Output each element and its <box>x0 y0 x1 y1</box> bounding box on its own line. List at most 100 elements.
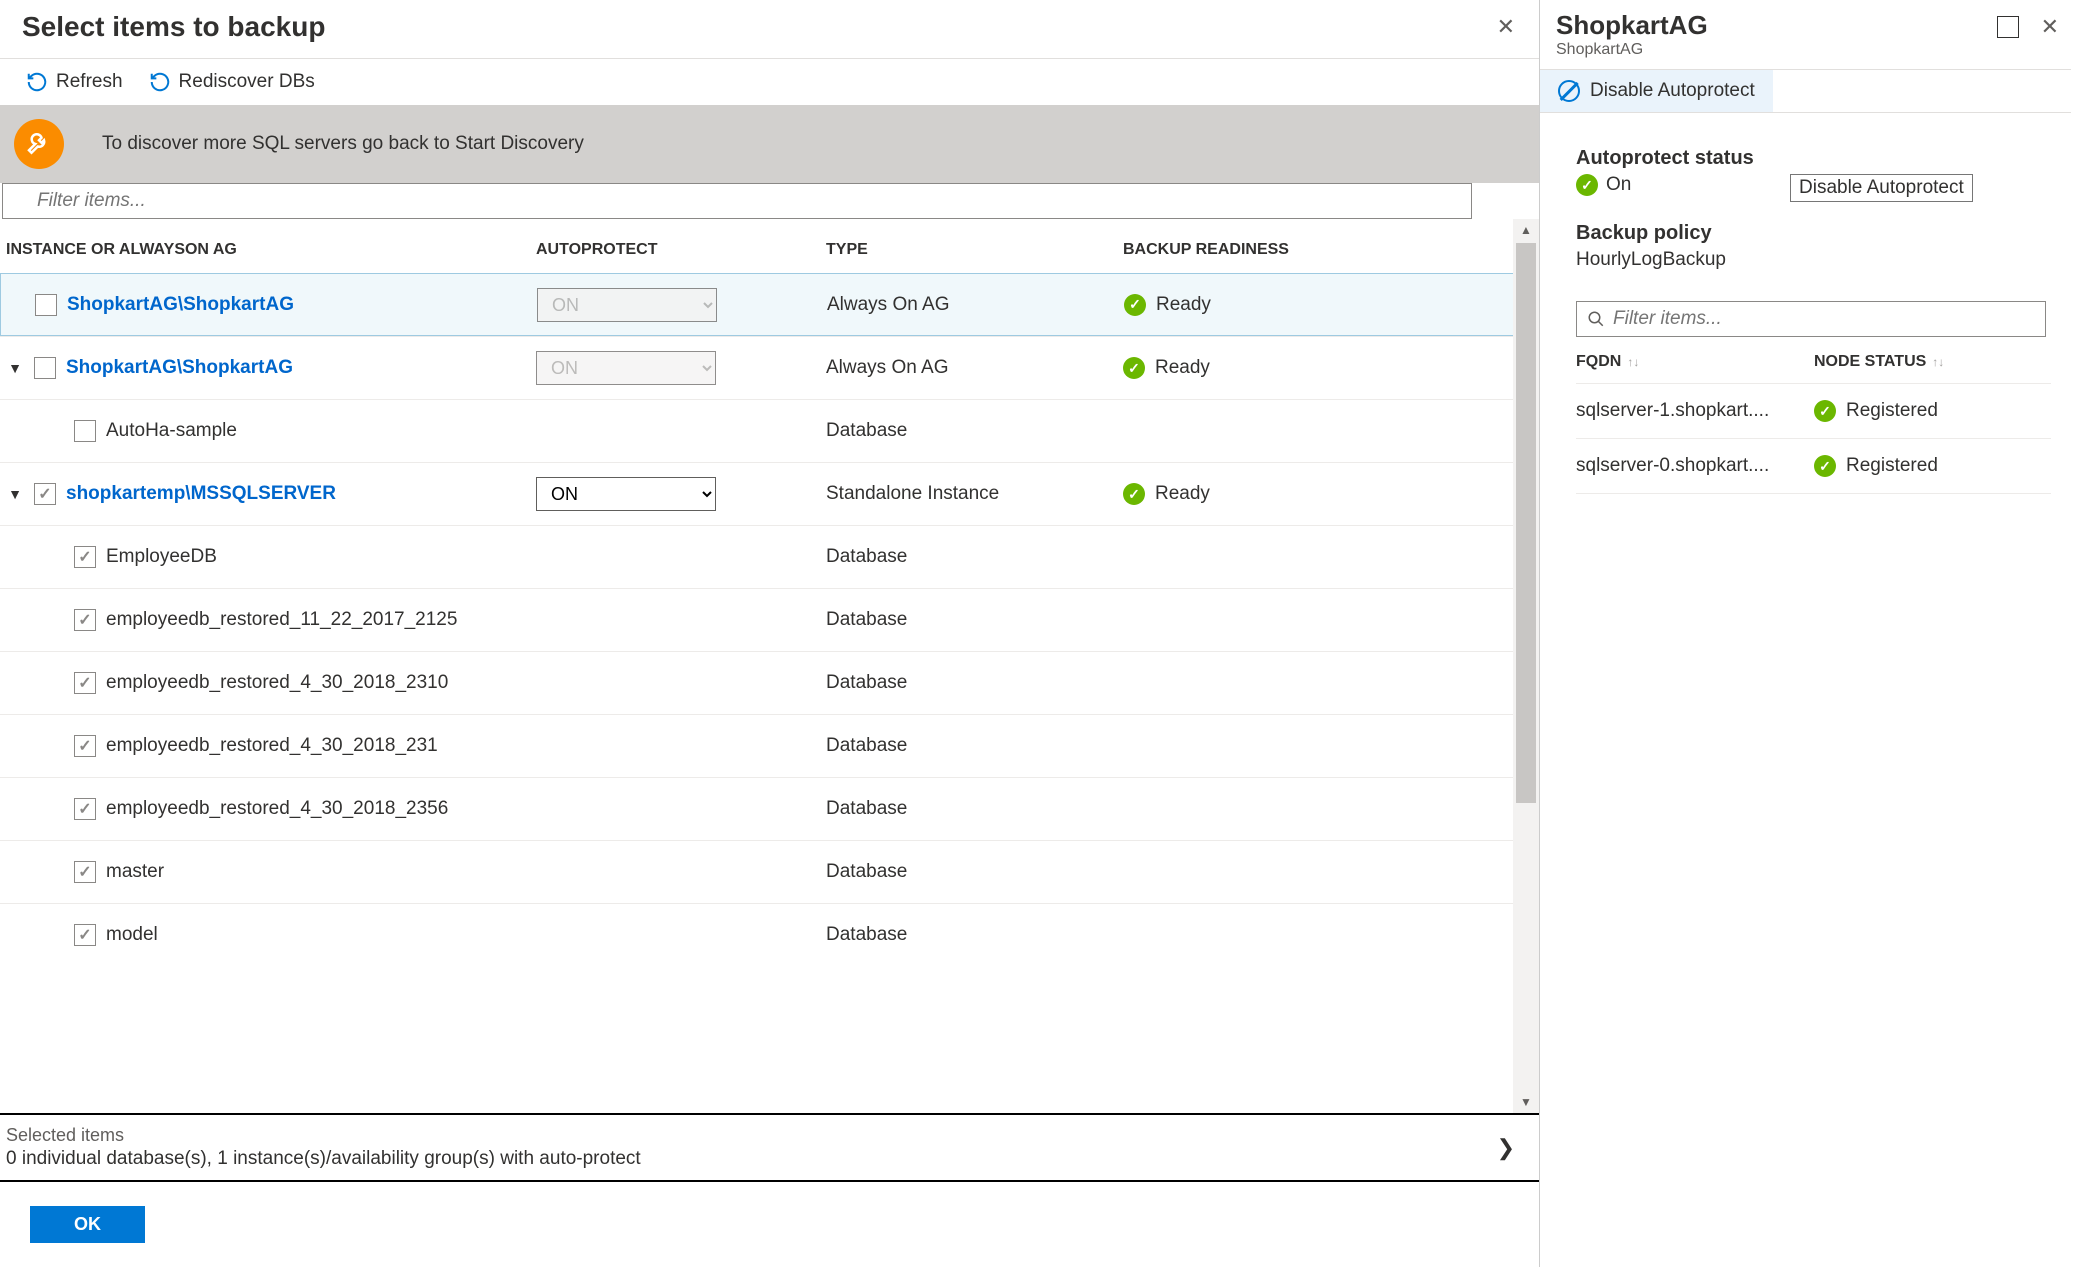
table-row[interactable]: ▼EmployeeDB Database <box>0 525 1539 588</box>
status-ok-icon: ✓ <box>1814 400 1836 422</box>
row-checkbox[interactable] <box>74 924 96 946</box>
readiness-text: Ready <box>1155 483 1210 505</box>
filter-row <box>0 183 1539 219</box>
col-fqdn[interactable]: FQDN↑↓ <box>1576 353 1814 371</box>
type-cell: Always On AG <box>827 294 1124 316</box>
row-checkbox[interactable] <box>74 672 96 694</box>
table-row[interactable]: ▼employeedb_restored_11_22_2017_2125Data… <box>0 588 1539 651</box>
scroll-thumb[interactable] <box>1516 243 1536 803</box>
tooltip: Disable Autoprotect <box>1790 174 1973 202</box>
summary-detail: 0 individual database(s), 1 instance(s)/… <box>6 1148 641 1169</box>
col-readiness[interactable]: BACKUP READINESS <box>1123 241 1473 259</box>
status-ok-icon: ✓ <box>1576 174 1598 196</box>
table-row[interactable]: ▼employeedb_restored_4_30_2018_2310Datab… <box>0 651 1539 714</box>
row-checkbox[interactable] <box>74 735 96 757</box>
table-row[interactable]: ▼ShopkartAG\ShopkartAGONAlways On AG✓Rea… <box>0 273 1539 336</box>
disable-autoprotect-button[interactable]: Disable Autoprotect <box>1540 70 1773 112</box>
type-cell: Database <box>826 420 1123 442</box>
col-node-status[interactable]: NODE STATUS↑↓ <box>1814 353 2044 371</box>
col-instance[interactable]: INSTANCE OR ALWAYSON AG <box>6 241 536 259</box>
name-cell: ▼employeedb_restored_4_30_2018_2310 <box>6 672 536 694</box>
close-icon[interactable]: ✕ <box>1491 10 1521 44</box>
details-header: ShopkartAG ShopkartAG ✕ <box>1540 8 2071 63</box>
info-text: To discover more SQL servers go back to … <box>102 133 584 155</box>
autoprotect-status-value: On <box>1606 174 1631 196</box>
node-fqdn: sqlserver-1.shopkart.... <box>1576 400 1814 422</box>
name-cell: ▼employeedb_restored_4_30_2018_2356 <box>6 798 536 820</box>
table-row[interactable]: ▼masterDatabase <box>0 840 1539 903</box>
row-name: employeedb_restored_4_30_2018_231 <box>106 735 438 757</box>
table-row[interactable]: ▼employeedb_restored_4_30_2018_2356Datab… <box>0 777 1539 840</box>
expand-caret-icon[interactable]: ▼ <box>6 360 24 376</box>
ok-button[interactable]: OK <box>30 1206 145 1243</box>
row-checkbox[interactable] <box>74 798 96 820</box>
row-checkbox[interactable] <box>74 861 96 883</box>
tools-icon <box>14 119 64 169</box>
row-name: employeedb_restored_11_22_2017_2125 <box>106 609 457 631</box>
panel-title: Select items to backup <box>22 11 325 43</box>
summary-bar[interactable]: Selected items 0 individual database(s),… <box>0 1113 1539 1180</box>
row-name[interactable]: shopkartemp\MSSQLSERVER <box>66 483 336 505</box>
toolbar: Refresh Rediscover DBs <box>0 59 1539 105</box>
refresh-button[interactable]: Refresh <box>26 71 123 93</box>
details-toolbar: Disable Autoprotect <box>1540 69 2071 113</box>
col-type[interactable]: TYPE <box>826 241 1123 259</box>
node-row[interactable]: sqlserver-0.shopkart....✓Registered <box>1576 439 2051 494</box>
scrollbar[interactable]: ▲ ▼ <box>1513 219 1539 1113</box>
name-cell: ▼AutoHa-sample <box>6 420 536 442</box>
filter-input[interactable] <box>2 183 1472 219</box>
disable-label: Disable Autoprotect <box>1590 80 1755 102</box>
nodes-filter[interactable] <box>1576 301 2046 337</box>
expand-caret-icon[interactable]: ▼ <box>6 486 24 502</box>
type-cell: Database <box>826 861 1123 883</box>
node-row[interactable]: sqlserver-1.shopkart....✓ Registered <box>1576 384 2051 439</box>
readiness-cell: ✓Ready <box>1123 357 1473 379</box>
table-row[interactable]: ▼employeedb_restored_4_30_2018_231Databa… <box>0 714 1539 777</box>
node-status-text: Registered <box>1846 400 1938 422</box>
maximize-icon[interactable] <box>1997 16 2019 38</box>
rediscover-button[interactable]: Rediscover DBs <box>149 71 315 93</box>
row-name[interactable]: ShopkartAG\ShopkartAG <box>67 294 294 316</box>
autoprotect-cell: ON <box>536 477 826 511</box>
chevron-right-icon[interactable]: ❯ <box>1487 1131 1525 1165</box>
row-name: AutoHa-sample <box>106 420 237 442</box>
details-title: ShopkartAG <box>1556 10 1708 41</box>
row-name: model <box>106 924 158 946</box>
scroll-up-icon[interactable]: ▲ <box>1520 219 1532 241</box>
row-name: master <box>106 861 164 883</box>
readiness-cell: ✓Ready <box>1124 294 1474 316</box>
panel-header: Select items to backup ✕ <box>0 0 1539 59</box>
col-autoprotect[interactable]: AUTOPROTECT <box>536 241 826 259</box>
type-cell: Database <box>826 546 1123 568</box>
row-name: EmployeeDB <box>106 546 217 568</box>
name-cell: ▼employeedb_restored_4_30_2018_231 <box>6 735 536 757</box>
row-checkbox[interactable] <box>34 357 56 379</box>
name-cell: ▼EmployeeDB <box>6 546 536 568</box>
row-checkbox[interactable] <box>74 609 96 631</box>
row-checkbox[interactable] <box>74 546 96 568</box>
summary-label: Selected items <box>6 1125 641 1146</box>
ready-icon: ✓ <box>1123 483 1145 505</box>
autoprotect-cell: ON <box>537 288 827 322</box>
row-checkbox[interactable] <box>34 483 56 505</box>
readiness-cell: ✓ Ready <box>1123 483 1473 505</box>
table-row[interactable]: ▼shopkartemp\MSSQLSERVERONStandalone Ins… <box>0 462 1539 525</box>
nodes-filter-input[interactable] <box>1613 308 2035 330</box>
row-checkbox[interactable] <box>74 420 96 442</box>
status-ok-icon: ✓ <box>1814 455 1836 477</box>
type-cell: Always On AG <box>826 357 1123 379</box>
table-row[interactable]: ▼ShopkartAG\ShopkartAGONAlways On AG✓Rea… <box>0 336 1539 399</box>
row-name[interactable]: ShopkartAG\ShopkartAG <box>66 357 293 379</box>
row-checkbox[interactable] <box>35 294 57 316</box>
select-items-panel: Select items to backup ✕ Refresh Redisco… <box>0 0 1540 1267</box>
footer: OK <box>0 1182 1539 1267</box>
table-row[interactable]: ▼AutoHa-sample Database <box>0 399 1539 462</box>
table-row[interactable]: ▼modelDatabase <box>0 903 1539 966</box>
scroll-down-icon[interactable]: ▼ <box>1520 1091 1532 1113</box>
ready-icon: ✓ <box>1123 357 1145 379</box>
node-status-cell: ✓ Registered <box>1814 400 2044 422</box>
refresh-label: Refresh <box>56 71 123 93</box>
close-details-icon[interactable]: ✕ <box>2035 10 2065 44</box>
row-name: employeedb_restored_4_30_2018_2310 <box>106 672 448 694</box>
autoprotect-select[interactable]: ON <box>536 477 716 511</box>
